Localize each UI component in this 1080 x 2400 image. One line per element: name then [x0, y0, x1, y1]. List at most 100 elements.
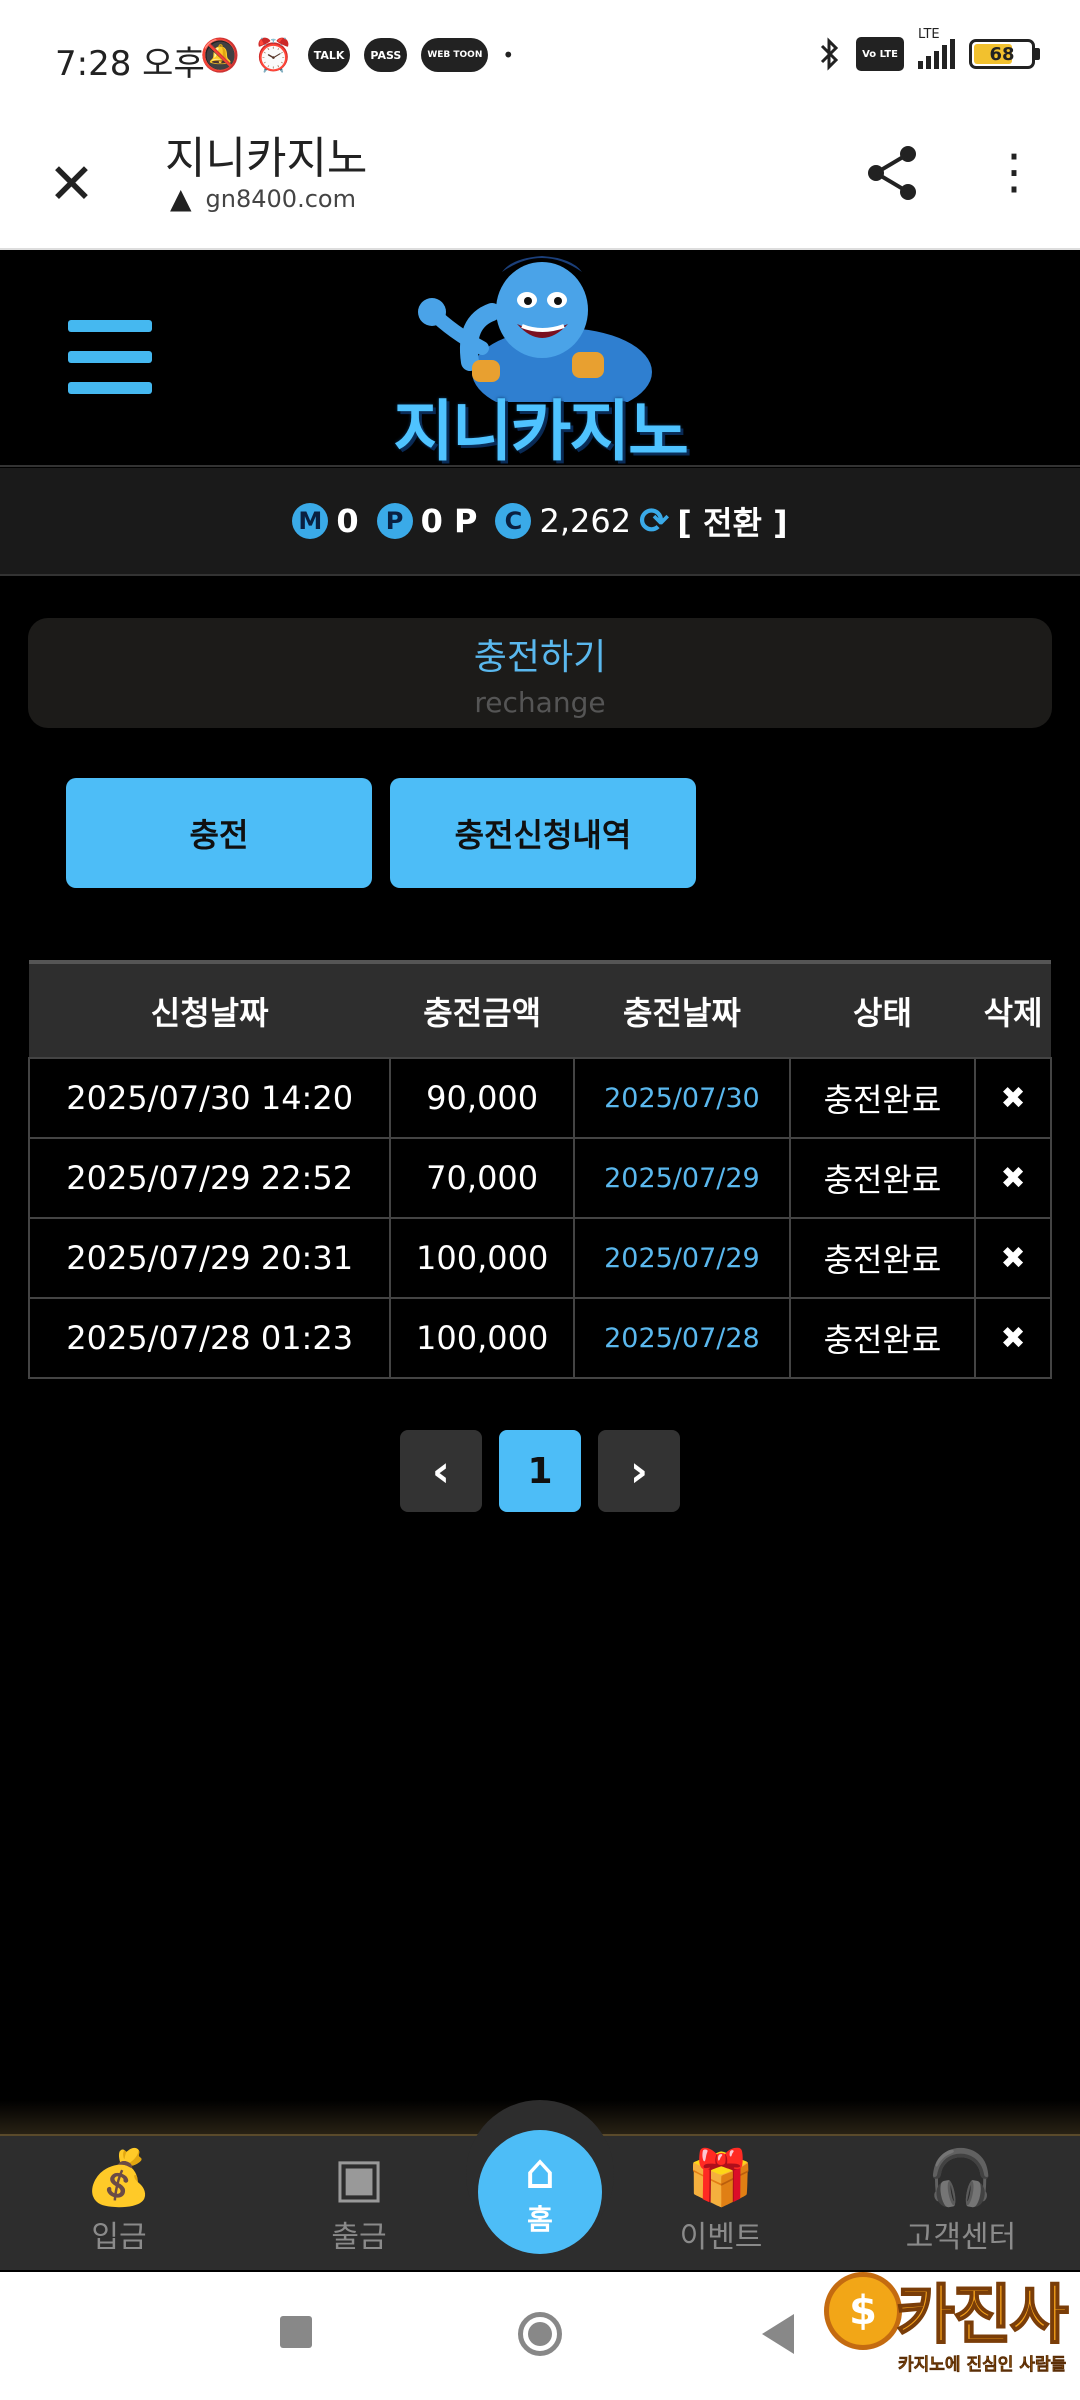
pass-icon: PASS: [364, 38, 408, 72]
header-charge-date: 충전날짜: [623, 993, 741, 1032]
status-icons-right: Vo LTE LTE 68: [818, 27, 1040, 72]
section-title-box: 충전하기 rechange: [28, 618, 1052, 728]
recents-icon[interactable]: [280, 2316, 312, 2348]
lte-label: LTE: [918, 27, 940, 42]
close-icon[interactable]: ✕: [48, 140, 95, 230]
signal-bars-icon: [918, 39, 955, 69]
table-header-row: 신청날짜 충전금액 충전날짜 상태 삭제: [29, 962, 1051, 1058]
money-bag-icon: 💰: [85, 2146, 153, 2209]
credit-badge-icon: C: [495, 503, 532, 539]
site-logo[interactable]: 지니카지노: [372, 252, 708, 470]
talk-icon: TALK: [307, 38, 351, 72]
money-balance: M 0: [292, 502, 359, 540]
dot-icon: •: [502, 43, 515, 67]
more-vert-icon[interactable]: ⋮: [990, 148, 1038, 196]
amount-cell: 100,000: [389, 1217, 576, 1299]
browser-url[interactable]: ▲ gn8400.com: [170, 182, 356, 215]
header-amount: 충전금액: [423, 993, 542, 1032]
hamburger-menu-icon[interactable]: [68, 320, 152, 394]
delete-icon[interactable]: ✖: [974, 1057, 1052, 1139]
convert-button[interactable]: [ 전환 ]: [677, 498, 787, 544]
balance-bar: M 0 P 0 P C 2,262 ⟳ [ 전환 ]: [0, 468, 1080, 576]
browser-toolbar: ✕ 지니카지노 ▲ gn8400.com ⋮: [0, 120, 1080, 250]
amount-cell: 70,000: [389, 1137, 576, 1219]
android-home-icon[interactable]: [518, 2312, 562, 2356]
point-value: 0 P: [420, 502, 478, 540]
site-header: 지니카지노: [0, 252, 1080, 470]
current-page-button[interactable]: 1: [499, 1430, 581, 1512]
webtoon-icon: WEB TOON: [421, 38, 489, 72]
watermark-logo: $ 카진사 카지노에 진심인 사람들: [820, 2250, 1070, 2390]
request-date-cell: 2025/07/28 01:23: [27, 1297, 392, 1379]
table-row: 2025/07/29 20:31 100,000 2025/07/29 충전완료…: [27, 1217, 1052, 1299]
status-cell: 충전완료: [788, 1057, 977, 1139]
request-date-cell: 2025/07/29 20:31: [27, 1217, 392, 1299]
nav-event-label: 이벤트: [679, 2220, 763, 2255]
credit-value: 2,262: [539, 502, 632, 540]
delete-icon[interactable]: ✖: [974, 1297, 1052, 1379]
header-request-date: 신청날짜: [150, 993, 269, 1032]
point-balance: P 0 P: [376, 502, 478, 540]
table-row: 2025/07/30 14:20 90,000 2025/07/30 충전완료 …: [27, 1057, 1052, 1139]
status-time: 7:28 오후: [55, 44, 205, 84]
alarm-icon: ⏰: [253, 36, 294, 74]
charge-button[interactable]: 충전: [66, 778, 372, 888]
warning-icon: ▲: [170, 182, 192, 215]
nav-deposit[interactable]: 💰 입금: [34, 2136, 204, 2272]
home-icon: ⌂: [524, 2144, 556, 2200]
money-value: 0: [336, 502, 359, 540]
pagination: ‹ 1 ›: [400, 1430, 680, 1512]
bluetooth-icon: [821, 37, 839, 71]
header-status: 상태: [853, 993, 912, 1032]
table-row: 2025/07/28 01:23 100,000 2025/07/28 충전완료…: [27, 1297, 1052, 1379]
watermark-title: 카진사: [895, 2278, 1070, 2354]
amount-cell: 90,000: [389, 1057, 576, 1139]
request-date-cell: 2025/07/29 22:52: [27, 1137, 392, 1219]
charge-date-cell: 2025/07/29: [573, 1217, 791, 1299]
delete-icon[interactable]: ✖: [974, 1137, 1052, 1219]
table-row: 2025/07/29 22:52 70,000 2025/07/29 충전완료 …: [27, 1137, 1052, 1219]
url-text: gn8400.com: [205, 184, 356, 213]
charge-history-button[interactable]: 충전신청내역: [390, 778, 696, 888]
prev-page-button[interactable]: ‹: [400, 1430, 482, 1512]
lte-signal-icon: LTE: [918, 27, 955, 69]
status-cell: 충전완료: [788, 1217, 977, 1299]
nav-home-label: 홈: [527, 2203, 553, 2236]
header-delete: 삭제: [983, 993, 1043, 1032]
refresh-icon[interactable]: ⟳: [639, 501, 669, 542]
page-title: 충전하기: [473, 637, 607, 678]
money-badge-icon: M: [292, 503, 329, 539]
safe-icon: ▣: [333, 2146, 385, 2209]
status-cell: 충전완료: [788, 1137, 977, 1219]
point-badge-icon: P: [376, 503, 413, 539]
logo-text: 지니카지노: [393, 393, 689, 470]
nav-withdraw[interactable]: ▣ 출금: [274, 2136, 444, 2272]
volte-icon: Vo LTE: [856, 37, 904, 71]
charge-history-table: 신청날짜 충전금액 충전날짜 상태 삭제 2025/07/30 14:20 90…: [27, 960, 1052, 1379]
battery-level: 68: [989, 43, 1015, 65]
back-icon[interactable]: [762, 2314, 794, 2354]
status-cell: 충전완료: [788, 1297, 977, 1379]
watermark-subtitle: 카지노에 진심인 사람들: [898, 2355, 1067, 2376]
charge-date-cell: 2025/07/29: [573, 1137, 791, 1219]
mute-bell-icon: 🔕: [200, 36, 240, 74]
request-date-cell: 2025/07/30 14:20: [27, 1057, 392, 1139]
headset-icon: 🎧: [927, 2146, 995, 2209]
nav-home[interactable]: ⌂ 홈: [478, 2130, 602, 2254]
browser-title: 지니카지노: [165, 133, 368, 184]
status-icons-left: 🔕 ⏰ TALK PASS WEB TOON •: [200, 38, 514, 72]
charge-date-cell: 2025/07/30: [573, 1057, 791, 1139]
credit-balance: C 2,262 ⟳ [ 전환 ]: [495, 498, 788, 544]
charge-date-cell: 2025/07/28: [573, 1297, 791, 1379]
delete-icon[interactable]: ✖: [974, 1217, 1052, 1299]
share-icon[interactable]: [862, 142, 924, 204]
nav-withdraw-label: 출금: [331, 2220, 387, 2255]
amount-cell: 100,000: [389, 1297, 576, 1379]
page-subtitle: rechange: [474, 686, 606, 719]
coin-icon: $: [824, 2272, 902, 2350]
next-page-button[interactable]: ›: [598, 1430, 680, 1512]
gift-icon: 🎁: [687, 2146, 755, 2209]
nav-event[interactable]: 🎁 이벤트: [636, 2136, 806, 2272]
nav-deposit-label: 입금: [91, 2220, 147, 2255]
battery-icon: 68: [969, 39, 1040, 69]
